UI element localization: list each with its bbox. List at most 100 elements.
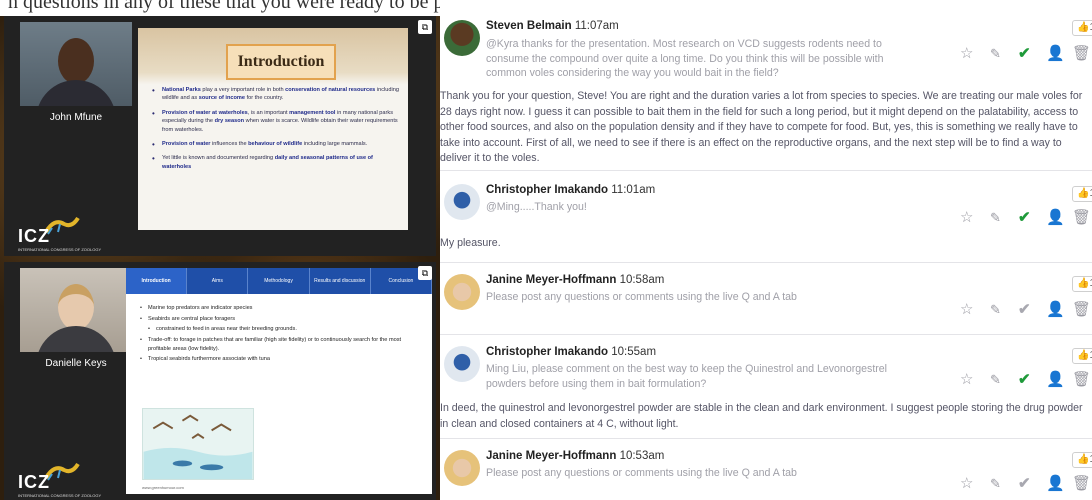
- trash-icon[interactable]: 🗑: [1072, 370, 1091, 390]
- slide-title: Introduction: [226, 44, 336, 80]
- presenter-webcam: [20, 268, 132, 352]
- check-icon[interactable]: ✔: [1018, 300, 1031, 320]
- like-button[interactable]: 👍1: [1072, 452, 1092, 468]
- pen-icon[interactable]: ✎: [990, 44, 1001, 64]
- slide-tab: Methodology: [248, 268, 310, 294]
- presentation-slide: Introduction National Parks play a very …: [138, 28, 408, 230]
- presenter-head: [58, 284, 94, 330]
- presenter-name: Danielle Keys: [45, 358, 107, 369]
- star-icon[interactable]: ☆: [960, 208, 973, 228]
- message-author: Christopher Imakando 11:01am: [486, 184, 656, 196]
- slide-tab: Introduction: [126, 268, 188, 294]
- avatar: [444, 20, 480, 56]
- slide-tab: Aims: [187, 268, 249, 294]
- trash-icon[interactable]: 🗑: [1072, 44, 1091, 64]
- divider: [440, 334, 1092, 335]
- thumbs-up-icon: 👍: [1077, 22, 1090, 33]
- user-icon[interactable]: 👤: [1046, 370, 1065, 390]
- message-actions: ☆ ✎ ✔ 👤 🗑: [960, 208, 1092, 228]
- like-button[interactable]: 👍1: [1072, 348, 1092, 364]
- trash-icon[interactable]: 🗑: [1072, 300, 1091, 320]
- presentation-slide: Introduction Aims Methodology Results an…: [126, 268, 433, 494]
- slide-bullet: Tropical seabirds furthermore associate …: [140, 355, 420, 364]
- slide-bullet: National Parks play a very important rol…: [148, 85, 400, 103]
- message-author: Janine Meyer-Hoffmann 10:53am: [486, 450, 665, 462]
- avatar: [444, 274, 480, 310]
- pen-icon[interactable]: ✎: [990, 208, 1001, 228]
- slide-bullet: Trade-off: to forage in patches that are…: [140, 336, 420, 353]
- like-button[interactable]: 👍1: [1072, 186, 1092, 202]
- divider: [440, 170, 1092, 171]
- avatar: [444, 346, 480, 382]
- avatar: [444, 184, 480, 220]
- answer-text: Thank you for your question, Steve! You …: [440, 90, 1083, 164]
- slide-bullet: constrained to feed in areas near their …: [140, 325, 420, 334]
- question-text: Please post any questions or comments us…: [486, 467, 797, 479]
- slide-bullets: Marine top predators are indicator speci…: [140, 304, 420, 366]
- pen-icon[interactable]: ✎: [990, 474, 1001, 494]
- question-text: @Kyra thanks for the presentation. Most …: [486, 38, 884, 79]
- thumbs-up-icon: 👍: [1077, 188, 1090, 199]
- star-icon[interactable]: ☆: [960, 44, 973, 64]
- icz-logo: ICZ INTERNATIONAL CONGRESS OF ZOOLOGY: [18, 472, 102, 498]
- slide-bullet: Yet little is known and documented regar…: [148, 153, 400, 171]
- video-panel: John Mfune Introduction National Parks p…: [0, 16, 440, 500]
- user-icon[interactable]: 👤: [1046, 474, 1065, 494]
- divider: [440, 262, 1092, 263]
- qa-panel: Steven Belmain 11:07am @Kyra thanks for …: [440, 0, 1092, 500]
- top-caption-text: n questions in any of these that you wer…: [8, 0, 440, 13]
- slide-bullet: Marine top predators are indicator speci…: [140, 304, 420, 313]
- like-button[interactable]: 👍1: [1072, 276, 1092, 292]
- answer-text: My pleasure.: [440, 237, 501, 249]
- like-button[interactable]: 👍1: [1072, 20, 1092, 36]
- star-icon[interactable]: ☆: [960, 300, 973, 320]
- presenter-webcam: [20, 22, 132, 106]
- user-icon[interactable]: 👤: [1046, 208, 1065, 228]
- session-tile-1[interactable]: John Mfune Introduction National Parks p…: [4, 16, 436, 256]
- slide-tab: Results and discussion: [310, 268, 371, 294]
- pen-icon[interactable]: ✎: [990, 300, 1001, 320]
- answer-text: In deed, the quinestrol and levonorgestr…: [440, 402, 1083, 430]
- message-author: Janine Meyer-Hoffmann 10:58am: [486, 274, 665, 286]
- question-text: Ming Liu, please comment on the best way…: [486, 363, 888, 390]
- message-actions: ☆ ✎ ✔ 👤 🗑: [960, 300, 1092, 320]
- trash-icon[interactable]: 🗑: [1072, 208, 1091, 228]
- presenter-shoulders: [36, 326, 116, 352]
- popout-icon[interactable]: ⧉: [418, 20, 432, 34]
- check-icon[interactable]: ✔: [1018, 370, 1031, 390]
- question-text: Please post any questions or comments us…: [486, 291, 797, 303]
- avatar: [444, 450, 480, 486]
- seabird-illustration: [142, 408, 254, 480]
- check-icon[interactable]: ✔: [1018, 208, 1031, 228]
- session-tile-2[interactable]: Danielle Keys Introduction Aims Methodol…: [4, 262, 436, 500]
- star-icon[interactable]: ☆: [960, 474, 973, 494]
- message-actions: ☆ ✎ ✔ 👤 🗑: [960, 474, 1092, 494]
- thumbs-up-icon: 👍: [1077, 278, 1090, 289]
- trash-icon[interactable]: 🗑: [1072, 474, 1091, 494]
- message-author: Christopher Imakando 10:55am: [486, 346, 657, 358]
- slide-bullets: National Parks play a very important rol…: [148, 85, 400, 177]
- divider: [440, 438, 1092, 439]
- thumbs-up-icon: 👍: [1077, 350, 1090, 361]
- message-actions: ☆ ✎ ✔ 👤 🗑: [960, 44, 1092, 64]
- presenter-head: [58, 38, 94, 84]
- star-icon[interactable]: ☆: [960, 370, 973, 390]
- icz-logo: ICZ INTERNATIONAL CONGRESS OF ZOOLOGY: [18, 226, 102, 252]
- question-text: @Ming.....Thank you!: [486, 201, 587, 213]
- check-icon[interactable]: ✔: [1018, 474, 1031, 494]
- user-icon[interactable]: 👤: [1046, 300, 1065, 320]
- slide-footer: www.greenhumour.com: [142, 485, 184, 490]
- popout-icon[interactable]: ⧉: [418, 266, 432, 280]
- thumbs-up-icon: 👍: [1077, 454, 1090, 465]
- slide-bullet: Provision of water at waterholes, is an …: [148, 108, 400, 134]
- message-author: Steven Belmain 11:07am: [486, 20, 619, 32]
- user-icon[interactable]: 👤: [1046, 44, 1065, 64]
- check-icon[interactable]: ✔: [1018, 44, 1031, 64]
- message-actions: ☆ ✎ ✔ 👤 🗑: [960, 370, 1092, 390]
- presenter-shoulders: [36, 80, 116, 106]
- presenter-name: John Mfune: [49, 112, 103, 123]
- slide-bullet: Provision of water influences the behavi…: [148, 139, 400, 152]
- slide-bullet: Seabirds are central place foragers: [140, 315, 420, 324]
- pen-icon[interactable]: ✎: [990, 370, 1001, 390]
- slide-section-tabs: Introduction Aims Methodology Results an…: [126, 268, 433, 294]
